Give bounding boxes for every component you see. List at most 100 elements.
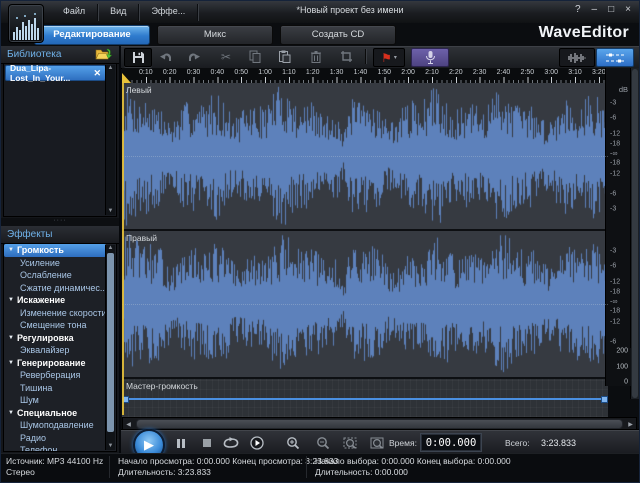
scroll-up-icon[interactable]: ▲ [106, 65, 115, 72]
timeline-ruler[interactable]: 0:100:200:300:400:501:001:101:201:301:40… [122, 68, 608, 83]
play-circle-icon [250, 436, 264, 450]
effect-item[interactable]: Телефон [4, 444, 116, 452]
scroll-down-icon[interactable]: ▼ [106, 443, 115, 450]
library-item[interactable]: Dua_Lipa-Lost_In_Your...✕ [5, 65, 106, 81]
tab-item[interactable]: Микс [157, 25, 273, 45]
main-area: ✂ ⚑▾ [121, 46, 639, 454]
close-button[interactable]: × [625, 4, 631, 15]
effect-item[interactable]: Радио [4, 432, 116, 445]
library-header-label: Библиотека [7, 49, 61, 60]
zoom-selection-button[interactable] [340, 435, 360, 451]
effect-item[interactable]: ▼Генерирование [4, 357, 116, 370]
effect-item-label: Эквалайзер [20, 345, 69, 355]
effect-item[interactable]: ▼Искажение [4, 294, 116, 307]
db-tick-label: -12 [610, 279, 620, 286]
play-selection-button[interactable] [247, 435, 267, 451]
effects-header: Эффекты [1, 226, 119, 244]
time-display[interactable]: 0:00.000 [421, 434, 481, 451]
pause-button[interactable] [171, 435, 191, 451]
master-scale-label: 100 [616, 364, 628, 371]
record-button[interactable] [411, 48, 449, 67]
effect-item[interactable]: Шум [4, 394, 116, 407]
db-tick-label: -3 [610, 100, 616, 107]
effect-item[interactable]: Смещение тона [4, 319, 116, 332]
playhead-marker-icon[interactable] [122, 73, 131, 83]
zoom-in-button[interactable] [283, 435, 303, 451]
scroll-up-icon[interactable]: ▲ [106, 245, 115, 252]
open-folder-icon[interactable] [95, 47, 113, 61]
left-channel-track[interactable]: Левый [122, 83, 608, 231]
scrollbar-thumb[interactable] [136, 419, 623, 429]
effect-item-label: Шум [20, 395, 39, 405]
db-tick-label: -18 [610, 308, 620, 315]
brand-label: WaveEditor [539, 24, 629, 42]
zoom-in-icon [286, 436, 300, 450]
menu-item[interactable]: Вид [98, 4, 139, 21]
channel-label: Левый [126, 85, 152, 95]
effect-item[interactable]: Эквалайзер [4, 344, 116, 357]
effect-item[interactable]: ▼Громкость [4, 244, 106, 257]
effect-item[interactable]: Усиление [4, 257, 116, 270]
remove-item-icon[interactable]: ✕ [93, 68, 101, 79]
menu-item[interactable]: Файл [51, 4, 98, 21]
playhead-cursor[interactable] [122, 83, 124, 415]
panel-splitter[interactable]: ···· [1, 218, 119, 226]
zoom-all-button[interactable] [367, 435, 387, 451]
flag-icon: ⚑ [381, 52, 392, 64]
equalizer-bars-icon [11, 12, 41, 42]
db-tick-label: -6 [610, 190, 616, 197]
scrollbar-thumb[interactable] [632, 69, 638, 398]
selection-range-text: Начало выбора: 0:00.000 Конец выбора: 0:… [315, 456, 511, 467]
master-volume-track[interactable]: Мастер-громкость [122, 377, 608, 417]
library-scrollbar[interactable]: ▲ ▼ [105, 65, 115, 215]
tab-item[interactable]: Создать CD [280, 25, 396, 45]
db-tick-label: -3 [610, 248, 616, 255]
effect-item[interactable]: Изменение скорости [4, 307, 116, 320]
effect-item[interactable]: Сжатие динамичес... [4, 282, 116, 295]
loop-button[interactable] [221, 435, 241, 451]
paste-button[interactable] [271, 48, 297, 65]
right-channel-track[interactable]: Правый [122, 231, 608, 378]
undo-button[interactable] [153, 48, 179, 65]
effect-item-label: Реверберация [20, 370, 80, 380]
scrollbar-thumb[interactable] [107, 253, 114, 432]
effect-item[interactable]: Тишина [4, 382, 116, 395]
app-window: ФайлВидЭффе... *Новый проект без имени ?… [0, 0, 640, 483]
vertical-scrollbar[interactable] [630, 68, 639, 399]
stop-button[interactable] [197, 435, 217, 451]
effect-item[interactable]: Шумоподавление [4, 419, 116, 432]
waveform-view-button[interactable] [559, 48, 595, 67]
ruler-tick-label: 1:20 [306, 69, 320, 76]
triangle-down-icon: ▼ [8, 410, 14, 416]
help-button[interactable]: ? [575, 4, 581, 15]
envelope-icon [605, 52, 625, 64]
tab-bar: Редактирование Микс Создать CD WaveEditor [1, 23, 639, 47]
library-header: Библиотека [1, 46, 119, 64]
db-tick-label: -18 [610, 141, 620, 148]
effect-item-label: Регулировка [17, 333, 74, 343]
volume-envelope-line[interactable] [124, 398, 606, 400]
effect-item[interactable]: ▼Регулировка [4, 332, 116, 345]
maximize-button[interactable]: □ [608, 4, 614, 15]
effects-scrollbar[interactable]: ▲ ▼ [105, 245, 115, 450]
copy-button[interactable] [242, 48, 268, 65]
minimize-button[interactable]: – [592, 4, 598, 15]
save-button[interactable] [124, 48, 152, 67]
redo-button[interactable] [181, 48, 207, 65]
effects-list: ▲ ▼ ▼ГромкостьУсилениеОслаблениеСжатие д… [3, 243, 117, 452]
window-title: *Новый проект без имени [181, 5, 519, 15]
ruler-tick-label: 2:00 [401, 69, 415, 76]
delete-button[interactable] [303, 48, 329, 65]
trim-button[interactable] [333, 48, 359, 65]
zoom-out-button[interactable] [313, 435, 333, 451]
effect-item[interactable]: Реверберация [4, 369, 116, 382]
add-marker-button[interactable]: ⚑▾ [373, 48, 405, 67]
scroll-down-icon[interactable]: ▼ [106, 208, 115, 215]
scissors-icon: ✂ [221, 50, 231, 64]
effect-item[interactable]: ▼Специальное [4, 407, 116, 420]
tab-active[interactable]: Редактирование [34, 25, 150, 45]
effect-item[interactable]: Ослабление [4, 269, 116, 282]
cut-button[interactable]: ✂ [213, 48, 239, 65]
effect-item-label: Громкость [17, 245, 64, 255]
envelope-view-button[interactable] [596, 48, 634, 67]
